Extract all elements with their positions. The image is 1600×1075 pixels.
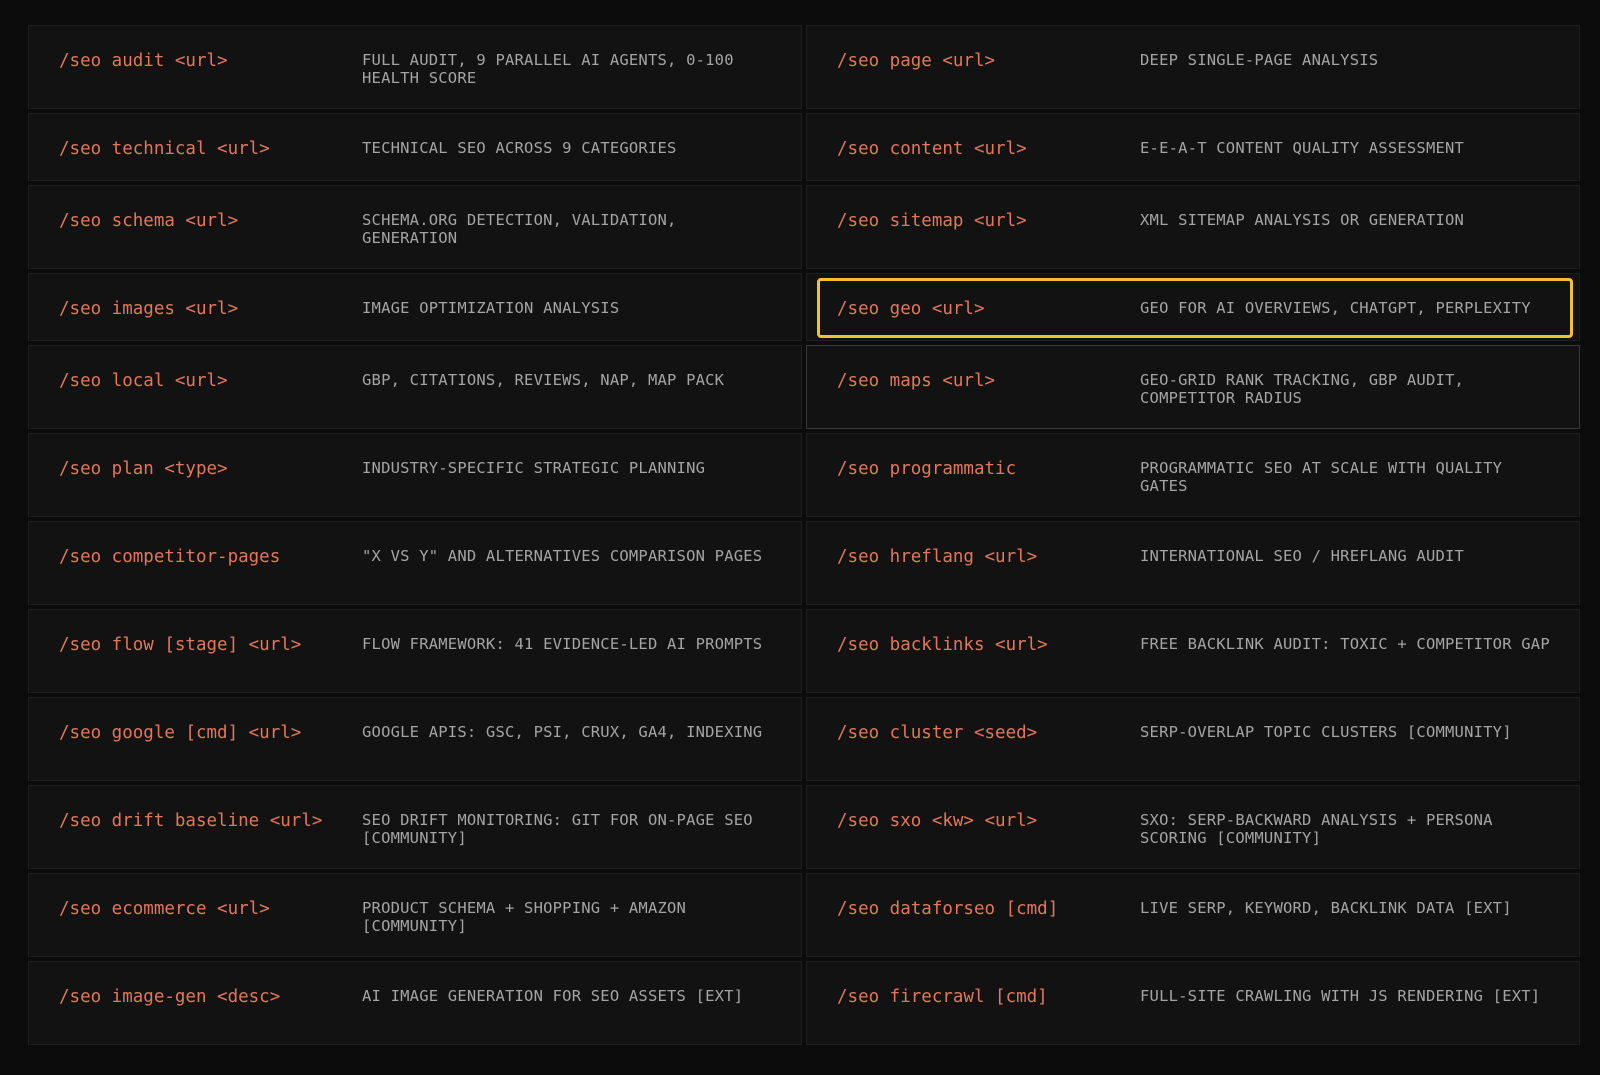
command-name: /seo sitemap <url> [837, 211, 1027, 231]
command-name: /seo maps <url> [837, 371, 996, 391]
command-card[interactable]: /seo ecommerce <url> PRODUCT SCHEMA + SHO… [28, 873, 802, 957]
command-card[interactable]: /seo cluster <seed> SERP-OVERLAP TOPIC CL… [806, 697, 1580, 781]
command-description: FLOW FRAMEWORK: 41 EVIDENCE-LED AI PROMP… [362, 635, 763, 653]
command-name: /seo schema <url> [59, 211, 239, 231]
command-card[interactable]: /seo local <url> GBP, CITATIONS, REVIEWS,… [28, 345, 802, 429]
command-card[interactable]: /seo sitemap <url> XML SITEMAP ANALYSIS O… [806, 185, 1580, 269]
command-name: /seo audit <url> [59, 51, 228, 71]
command-card[interactable]: /seo geo <url> GEO FOR AI OVERVIEWS, CHAT… [806, 273, 1580, 341]
command-name: /seo backlinks <url> [837, 635, 1048, 655]
command-name: /seo sxo <kw> <url> [837, 811, 1038, 831]
command-name: /seo competitor-pages [59, 547, 281, 567]
command-description: PRODUCT SCHEMA + SHOPPING + AMAZON [COMM… [362, 899, 687, 935]
command-description: XML SITEMAP ANALYSIS OR GENERATION [1140, 211, 1465, 229]
command-card[interactable]: /seo google [cmd] <url> GOOGLE APIS: GSC,… [28, 697, 802, 781]
command-card[interactable]: /seo sxo <kw> <url> SXO: SERP-BACKWARD AN… [806, 785, 1580, 869]
command-card[interactable]: /seo content <url> E-E-A-T CONTENT QUALIT… [806, 113, 1580, 181]
command-description: GOOGLE APIS: GSC, PSI, CRUX, GA4, INDEXI… [362, 723, 763, 741]
command-description: DEEP SINGLE-PAGE ANALYSIS [1140, 51, 1379, 69]
command-card[interactable]: /seo flow [stage] <url> FLOW FRAMEWORK: 4… [28, 609, 802, 693]
command-card[interactable]: /seo programmatic PROGRAMMATIC SEO AT SCA… [806, 433, 1580, 517]
command-row: /seo images <url> IMAGE OPTIMIZATION ANAL… [28, 273, 1580, 341]
command-card[interactable]: /seo hreflang <url> INTERNATIONAL SEO / H… [806, 521, 1580, 605]
command-description: INTERNATIONAL SEO / HREFLANG AUDIT [1140, 547, 1465, 565]
command-card[interactable]: /seo dataforseo [cmd] LIVE SERP, KEYWORD,… [806, 873, 1580, 957]
command-description: E-E-A-T CONTENT QUALITY ASSESSMENT [1140, 139, 1465, 157]
command-card[interactable]: /seo image-gen <desc> AI IMAGE GENERATION… [28, 961, 802, 1045]
command-description: PROGRAMMATIC SEO AT SCALE WITH QUALITY G… [1140, 459, 1503, 495]
command-name: /seo google [cmd] <url> [59, 723, 302, 743]
command-description: SXO: SERP-BACKWARD ANALYSIS + PERSONA SC… [1140, 811, 1493, 847]
command-row: /seo local <url> GBP, CITATIONS, REVIEWS,… [28, 345, 1580, 429]
command-name: /seo dataforseo [cmd] [837, 899, 1059, 919]
command-name: /seo image-gen <desc> [59, 987, 281, 1007]
command-card[interactable]: /seo page <url> DEEP SINGLE-PAGE ANALYSIS [806, 25, 1580, 109]
command-description: FULL-SITE CRAWLING WITH JS RENDERING [EX… [1140, 987, 1541, 1005]
command-description: AI IMAGE GENERATION FOR SEO ASSETS [EXT] [362, 987, 744, 1005]
command-name: /seo technical <url> [59, 139, 270, 159]
command-card[interactable]: /seo backlinks <url> FREE BACKLINK AUDIT:… [806, 609, 1580, 693]
command-name: /seo hreflang <url> [837, 547, 1038, 567]
command-description: FREE BACKLINK AUDIT: TOXIC + COMPETITOR … [1140, 635, 1550, 653]
command-description: GEO-GRID RANK TRACKING, GBP AUDIT, COMPE… [1140, 371, 1465, 407]
command-card[interactable]: /seo firecrawl [cmd] FULL-SITE CRAWLING W… [806, 961, 1580, 1045]
command-name: /seo images <url> [59, 299, 239, 319]
command-name: /seo programmatic [837, 459, 1017, 479]
command-description: SEO DRIFT MONITORING: GIT FOR ON-PAGE SE… [362, 811, 753, 847]
command-description: SCHEMA.ORG DETECTION, VALIDATION, GENERA… [362, 211, 677, 247]
command-description: "X VS Y" AND ALTERNATIVES COMPARISON PAG… [362, 547, 763, 565]
command-card[interactable]: /seo drift baseline <url> SEO DRIFT MONIT… [28, 785, 802, 869]
command-row: /seo flow [stage] <url> FLOW FRAMEWORK: 4… [28, 609, 1580, 693]
command-name: /seo cluster <seed> [837, 723, 1038, 743]
command-grid: /seo audit <url> FULL AUDIT, 9 PARALLEL A… [28, 25, 1580, 1049]
command-description: IMAGE OPTIMIZATION ANALYSIS [362, 299, 620, 317]
command-name: /seo flow [stage] <url> [59, 635, 302, 655]
command-row: /seo drift baseline <url> SEO DRIFT MONIT… [28, 785, 1580, 869]
command-description: FULL AUDIT, 9 PARALLEL AI AGENTS, 0-100 … [362, 51, 734, 87]
command-name: /seo ecommerce <url> [59, 899, 270, 919]
command-card[interactable]: /seo schema <url> SCHEMA.ORG DETECTION, V… [28, 185, 802, 269]
command-description: INDUSTRY-SPECIFIC STRATEGIC PLANNING [362, 459, 706, 477]
command-card[interactable]: /seo competitor-pages "X VS Y" AND ALTERN… [28, 521, 802, 605]
command-name: /seo firecrawl [cmd] [837, 987, 1048, 1007]
command-card[interactable]: /seo technical <url> TECHNICAL SEO ACROSS… [28, 113, 802, 181]
command-description: SERP-OVERLAP TOPIC CLUSTERS [COMMUNITY] [1140, 723, 1512, 741]
command-description: LIVE SERP, KEYWORD, BACKLINK DATA [EXT] [1140, 899, 1512, 917]
command-name: /seo content <url> [837, 139, 1027, 159]
command-card[interactable]: /seo maps <url> GEO-GRID RANK TRACKING, G… [806, 345, 1580, 429]
command-name: /seo local <url> [59, 371, 228, 391]
command-description: GEO FOR AI OVERVIEWS, CHATGPT, PERPLEXIT… [1140, 299, 1531, 317]
command-row: /seo google [cmd] <url> GOOGLE APIS: GSC,… [28, 697, 1580, 781]
command-name: /seo geo <url> [837, 299, 985, 319]
command-card[interactable]: /seo plan <type> INDUSTRY-SPECIFIC STRATE… [28, 433, 802, 517]
command-row: /seo schema <url> SCHEMA.ORG DETECTION, V… [28, 185, 1580, 269]
command-row: /seo ecommerce <url> PRODUCT SCHEMA + SHO… [28, 873, 1580, 957]
command-row: /seo audit <url> FULL AUDIT, 9 PARALLEL A… [28, 25, 1580, 109]
command-name: /seo page <url> [837, 51, 996, 71]
command-row: /seo plan <type> INDUSTRY-SPECIFIC STRATE… [28, 433, 1580, 517]
command-description: TECHNICAL SEO ACROSS 9 CATEGORIES [362, 139, 677, 157]
command-description: GBP, CITATIONS, REVIEWS, NAP, MAP PACK [362, 371, 725, 389]
command-card[interactable]: /seo audit <url> FULL AUDIT, 9 PARALLEL A… [28, 25, 802, 109]
command-card[interactable]: /seo images <url> IMAGE OPTIMIZATION ANAL… [28, 273, 802, 341]
command-name: /seo plan <type> [59, 459, 228, 479]
command-row: /seo image-gen <desc> AI IMAGE GENERATION… [28, 961, 1580, 1045]
command-row: /seo technical <url> TECHNICAL SEO ACROSS… [28, 113, 1580, 181]
command-row: /seo competitor-pages "X VS Y" AND ALTERN… [28, 521, 1580, 605]
command-name: /seo drift baseline <url> [59, 811, 323, 831]
